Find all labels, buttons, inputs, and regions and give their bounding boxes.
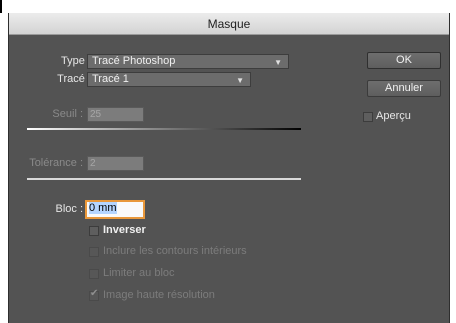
tolerance-slider[interactable] — [27, 178, 301, 180]
threshold-label: Seuil : — [52, 108, 83, 120]
include-inside-edges-checkbox[interactable] — [89, 247, 99, 257]
clipping-path-dialog: Masque Type : Tracé Photoshop ▼ Tracé : … — [8, 13, 450, 323]
cancel-button-label: Annuler — [385, 82, 423, 94]
dialog-title: Masque — [207, 17, 251, 31]
high-res-image-label: Image haute résolution — [103, 289, 215, 301]
dialog-titlebar[interactable]: Masque — [9, 13, 449, 35]
restrict-to-frame-checkbox[interactable] — [89, 269, 99, 279]
restrict-to-frame-label: Limiter au bloc — [103, 267, 175, 279]
inset-input[interactable]: 0 mm — [85, 200, 145, 219]
preview-label: Aperçu — [376, 110, 411, 122]
ok-button[interactable]: OK — [367, 52, 441, 69]
type-dropdown-value: Tracé Photoshop — [92, 55, 176, 67]
inset-label: Bloc : — [55, 203, 83, 215]
invert-checkbox[interactable] — [89, 226, 99, 236]
window-edge-mark — [0, 0, 2, 13]
path-dropdown-value: Tracé 1 — [92, 73, 129, 85]
high-res-image-checkbox[interactable]: ✔ — [89, 288, 99, 301]
include-inside-edges-label: Inclure les contours intérieurs — [103, 245, 247, 257]
tolerance-input[interactable]: 2 — [87, 156, 144, 171]
invert-label: Inverser — [103, 224, 146, 236]
path-label: Tracé : — [57, 73, 91, 85]
threshold-value: 25 — [90, 109, 102, 120]
inset-value: 0 mm — [89, 202, 117, 214]
ok-button-label: OK — [396, 54, 412, 66]
cancel-button[interactable]: Annuler — [367, 80, 441, 97]
threshold-slider[interactable] — [27, 128, 301, 130]
screenshot-frame: Masque Type : Tracé Photoshop ▼ Tracé : … — [0, 0, 456, 323]
threshold-input[interactable]: 25 — [87, 107, 144, 122]
preview-checkbox[interactable] — [363, 112, 373, 122]
chevron-down-icon: ▼ — [274, 58, 282, 67]
checkmark-icon: ✔ — [90, 288, 99, 299]
path-dropdown[interactable]: Tracé 1 ▼ — [87, 72, 251, 87]
type-dropdown[interactable]: Tracé Photoshop ▼ — [87, 54, 289, 69]
tolerance-label: Tolérance : — [29, 157, 83, 169]
chevron-down-icon: ▼ — [236, 76, 244, 85]
tolerance-value: 2 — [90, 158, 96, 169]
